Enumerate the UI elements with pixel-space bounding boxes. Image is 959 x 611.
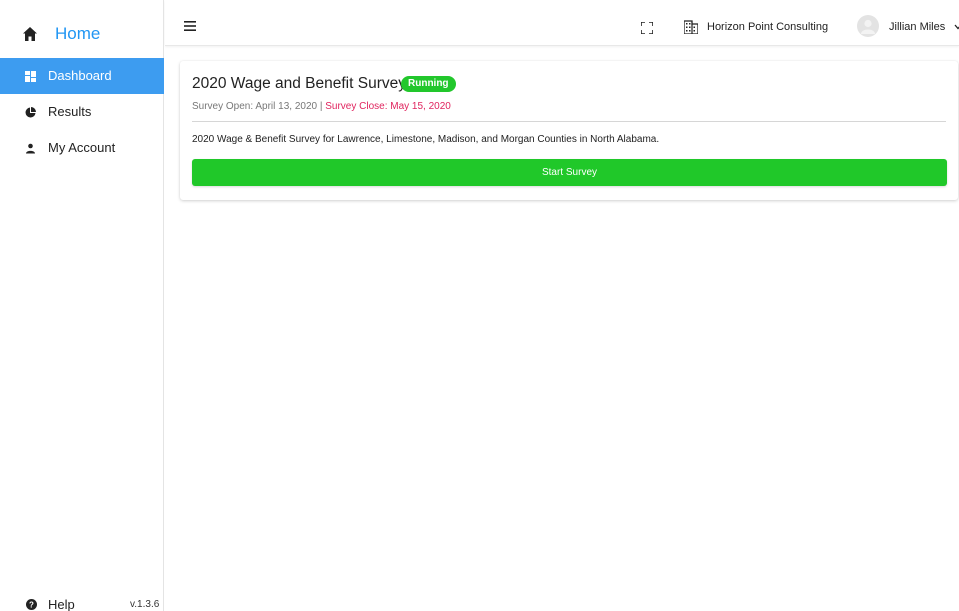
sidebar: Home Dashboard Results My Account ? Help… [0,0,164,611]
brand-label: Home [55,24,101,43]
user-name: Jillian Miles [889,21,946,33]
sidebar-item-label: My Account [48,140,116,155]
help-label: Help [48,597,75,611]
sidebar-item-dashboard[interactable]: Dashboard [0,58,164,94]
sidebar-item-label: Results [48,104,92,119]
survey-close-date: Survey Close: May 15, 2020 [325,101,451,112]
app-root: Home Dashboard Results My Account ? Help… [0,0,959,611]
card-divider [192,121,946,122]
chevron-down-icon [954,24,959,30]
help-link[interactable]: ? Help v.1.3.6 [0,594,164,611]
organization-name: Horizon Point Consulting [707,21,829,33]
avatar [857,15,879,37]
survey-title: 2020 Wage and Benefit Survey [192,75,406,92]
home-icon [23,27,37,41]
sidebar-item-label: Dashboard [48,68,112,83]
top-bar: Horizon Point Consulting Jillian Miles [165,0,959,46]
menu-icon[interactable] [184,21,196,31]
version-label: v.1.3.6 [130,599,160,610]
sidebar-item-results[interactable]: Results [0,94,164,130]
status-badge: Running [401,76,456,92]
person-icon [26,143,35,154]
pie-chart-icon [25,107,36,118]
avatar-person-icon [861,19,875,34]
survey-card: 2020 Wage and Benefit Survey Running Sur… [180,61,958,200]
fullscreen-icon[interactable] [641,22,653,34]
survey-description: 2020 Wage & Benefit Survey for Lawrence,… [192,134,660,145]
sidebar-item-my-account[interactable]: My Account [0,130,164,166]
survey-open-date: Survey Open: April 13, 2020 [192,101,318,112]
help-icon: ? [26,599,37,610]
survey-dates: Survey Open: April 13, 2020 | Survey Clo… [192,101,451,112]
dashboard-icon [25,71,36,82]
svg-text:?: ? [29,601,34,610]
date-separator: | [317,101,326,112]
start-survey-button[interactable]: Start Survey [192,159,947,186]
sidebar-brand[interactable]: Home [0,0,164,60]
building-icon [684,20,698,34]
